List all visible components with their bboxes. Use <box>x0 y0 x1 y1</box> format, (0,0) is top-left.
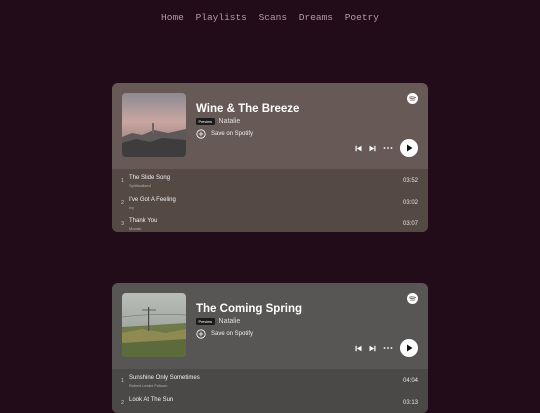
play-icon <box>406 144 412 152</box>
spotify-logo-icon[interactable] <box>407 93 418 104</box>
track-number: 1 <box>121 178 125 184</box>
track-title: Thank You <box>129 218 158 224</box>
play-icon <box>406 344 412 352</box>
plus-circle-icon <box>196 129 206 139</box>
track-artist: Robert Lester Folsom <box>129 383 168 388</box>
nav-home[interactable]: Home <box>161 12 184 23</box>
track-duration: 03:07 <box>402 221 418 227</box>
track-duration: 04:04 <box>402 378 418 384</box>
track-duration: 03:02 <box>402 199 418 206</box>
playlist-meta: Preview Natalie <box>196 118 240 125</box>
skip-back-icon[interactable] <box>355 145 362 152</box>
track-title: I've Got A Feeling <box>129 196 176 203</box>
track-title: The Slide Song <box>129 175 171 181</box>
player-header: Wine & The Breeze Preview Natalie Save o… <box>112 83 428 169</box>
album-cover[interactable] <box>122 93 186 157</box>
spotify-logo-icon[interactable] <box>407 293 418 304</box>
top-nav: Home Playlists Scans Dreams Poetry <box>0 12 540 23</box>
preview-badge: Preview <box>196 118 215 125</box>
player-controls <box>355 339 418 357</box>
player-header: The Coming Spring Preview Natalie Save o… <box>112 283 428 369</box>
track-list: 1 The Slide Song Spiritualized 03:52 2 I… <box>112 169 428 232</box>
more-dots-icon[interactable] <box>383 146 393 150</box>
track-duration: 03:52 <box>402 178 418 184</box>
skip-forward-icon[interactable] <box>369 145 376 152</box>
track-artist: Moods <box>129 226 142 231</box>
track-row[interactable]: 1 The Slide Song Spiritualized 03:52 <box>112 169 428 191</box>
save-label: Save on Spotify <box>211 331 254 337</box>
spotify-embed-player: Wine & The Breeze Preview Natalie Save o… <box>112 83 428 232</box>
track-title: Look At The Sun <box>129 396 174 403</box>
track-row[interactable]: 2 I've Got A Feeling Ivy 03:02 <box>112 191 428 213</box>
playlist-title[interactable]: The Coming Spring <box>196 303 302 315</box>
playlist-title[interactable]: Wine & The Breeze <box>196 103 299 115</box>
track-list: 1 Sunshine Only Sometimes Robert Lester … <box>112 369 428 413</box>
skip-forward-icon[interactable] <box>369 345 376 352</box>
playlist-owner[interactable]: Natalie <box>219 118 241 125</box>
track-row[interactable]: 2 Look At The Sun 03:13 <box>112 391 428 413</box>
track-row[interactable]: 3 Thank You Moods 03:07 <box>112 212 428 232</box>
track-number: 2 <box>121 199 125 206</box>
track-artist: Ivy <box>129 204 135 210</box>
save-on-spotify-button[interactable]: Save on Spotify <box>196 129 253 139</box>
nav-poetry[interactable]: Poetry <box>345 12 379 23</box>
player-controls <box>355 139 418 157</box>
nav-dreams[interactable]: Dreams <box>299 12 333 23</box>
play-button[interactable] <box>400 339 418 357</box>
skip-back-icon[interactable] <box>355 345 362 352</box>
nav-scans[interactable]: Scans <box>259 12 288 23</box>
plus-circle-icon <box>196 329 206 339</box>
track-artist: Spiritualized <box>129 183 151 188</box>
preview-badge: Preview <box>196 318 215 325</box>
save-label: Save on Spotify <box>211 131 254 137</box>
nav-playlists[interactable]: Playlists <box>196 12 247 23</box>
spotify-embed-player: The Coming Spring Preview Natalie Save o… <box>112 283 428 413</box>
more-dots-icon[interactable] <box>383 346 393 350</box>
playlist-meta: Preview Natalie <box>196 318 240 325</box>
track-title: Sunshine Only Sometimes <box>129 375 200 381</box>
save-on-spotify-button[interactable]: Save on Spotify <box>196 329 253 339</box>
playlist-owner[interactable]: Natalie <box>219 318 241 325</box>
track-row[interactable]: 1 Sunshine Only Sometimes Robert Lester … <box>112 369 428 391</box>
album-cover[interactable] <box>122 293 186 357</box>
play-button[interactable] <box>400 139 418 157</box>
track-number: 3 <box>121 221 125 227</box>
track-number: 1 <box>121 378 125 384</box>
